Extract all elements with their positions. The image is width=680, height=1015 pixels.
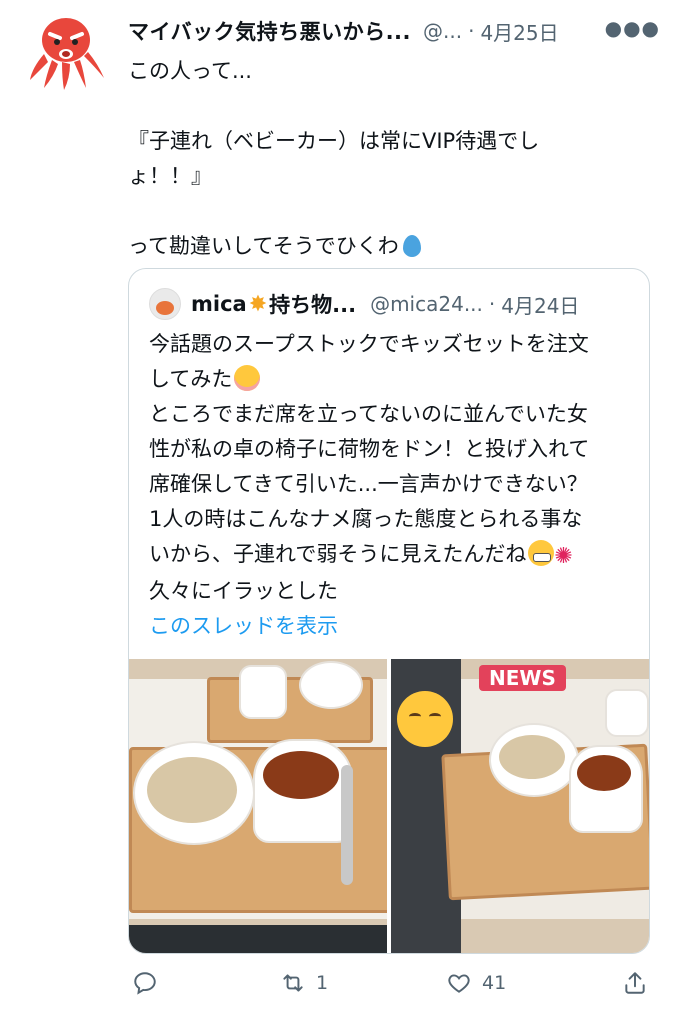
photo-1[interactable] <box>129 659 387 953</box>
quote-line: 久々にイラッとした <box>149 579 338 603</box>
news-badge: NEWS <box>479 665 566 691</box>
more-icon[interactable]: ●●● <box>605 16 660 40</box>
cup <box>239 665 287 719</box>
tweet-header: マイバック気持ち悪いから... @... · 4月25日 ●●● <box>128 14 660 48</box>
curry <box>577 755 631 791</box>
reply-icon <box>134 972 156 995</box>
share-icon <box>625 972 645 994</box>
show-thread-link[interactable]: このスレッドを表示 <box>149 609 639 644</box>
tweet-line <box>128 194 648 229</box>
tweet-line: ょ！！』 <box>128 164 212 188</box>
quote-line: いから、子連れで弱そうに見えたんだね <box>149 542 527 566</box>
author-name[interactable]: マイバック気持ち悪いから... <box>128 16 411 46</box>
quote-handle: @mica24... <box>370 292 483 316</box>
tweet-text: この人って... 『子連れ（ベビーカー）は常にVIP待遇でし ょ！！』 って勘違… <box>128 54 648 264</box>
retweet-icon <box>283 974 303 992</box>
bowl <box>299 661 363 709</box>
spoon <box>341 765 353 885</box>
quoted-tweet[interactable]: mica ✸ 持ち物... @mica24... · 4月24日 今話題のスープ… <box>128 268 650 954</box>
quote-avatar <box>149 288 181 320</box>
separator-dot: · <box>468 19 475 43</box>
octopus-avatar-icon <box>30 18 104 90</box>
like-count: 41 <box>482 972 507 994</box>
quote-line: 席確保してきて引いた...一言声かけできない？ <box>149 472 588 496</box>
quote-header: mica ✸ 持ち物... @mica24... · 4月24日 <box>149 288 633 320</box>
tweet-line: 『子連れ（ベビーカー）は常にVIP待遇でし <box>128 129 540 153</box>
tweet-line <box>128 89 648 124</box>
rice <box>147 757 237 823</box>
quote-line: 性が私の卓の椅子に荷物をドン！と投げ入れて <box>149 437 590 461</box>
anger-icon: ✺ <box>554 544 573 569</box>
sun-icon: ✸ <box>248 291 268 317</box>
share-button[interactable] <box>622 970 648 996</box>
action-bar: 1 41 <box>128 970 648 1010</box>
smiling-face-icon <box>234 365 261 391</box>
retweet-count: 1 <box>316 972 329 994</box>
reply-button[interactable] <box>132 970 158 996</box>
droplet-icon <box>402 235 421 257</box>
quote-author-suffix: 持ち物... <box>269 293 357 317</box>
quote-line: ところでまだ席を立ってないのに並んでいた女 <box>149 402 588 426</box>
tweet-date[interactable]: 4月25日 <box>480 17 558 46</box>
quote-line-wrap: いから、子連れで弱そうに見えたんだね ✺ <box>149 537 639 574</box>
quote-author-name: mica <box>191 292 247 316</box>
author-handle[interactable]: @... <box>423 19 462 43</box>
heart-icon <box>448 974 470 993</box>
quote-line: 1人の時はこんなナメ腐った態度とられる事な <box>149 507 583 531</box>
curry <box>263 751 339 799</box>
quote-line-wrap: してみた <box>149 362 639 397</box>
tweet-line-last: って勘違いしてそうでひくわ <box>128 229 648 264</box>
floor <box>129 925 387 953</box>
quote-text: 今話題のスープストックでキッズセットを注文 してみた ところでまだ席を立ってない… <box>149 327 639 644</box>
tweet-line: って勘違いしてそうでひくわ <box>128 234 399 258</box>
like-button[interactable]: 41 <box>446 970 506 996</box>
quote-line: してみた <box>149 367 233 391</box>
relieved-face-icon <box>397 691 453 747</box>
retweet-button[interactable]: 1 <box>280 970 328 996</box>
quote-date: 4月24日 <box>501 293 580 318</box>
cup <box>605 689 649 737</box>
grimacing-face-icon <box>528 540 555 566</box>
rice <box>499 735 565 779</box>
photo-2[interactable]: NEWS <box>391 659 649 953</box>
separator-dot: · <box>488 292 496 316</box>
author-avatar[interactable] <box>26 10 106 90</box>
tweet-line: この人って... <box>128 59 252 83</box>
quote-photos: NEWS <box>129 659 649 953</box>
quote-line: 今話題のスープストックでキッズセットを注文 <box>149 332 589 356</box>
